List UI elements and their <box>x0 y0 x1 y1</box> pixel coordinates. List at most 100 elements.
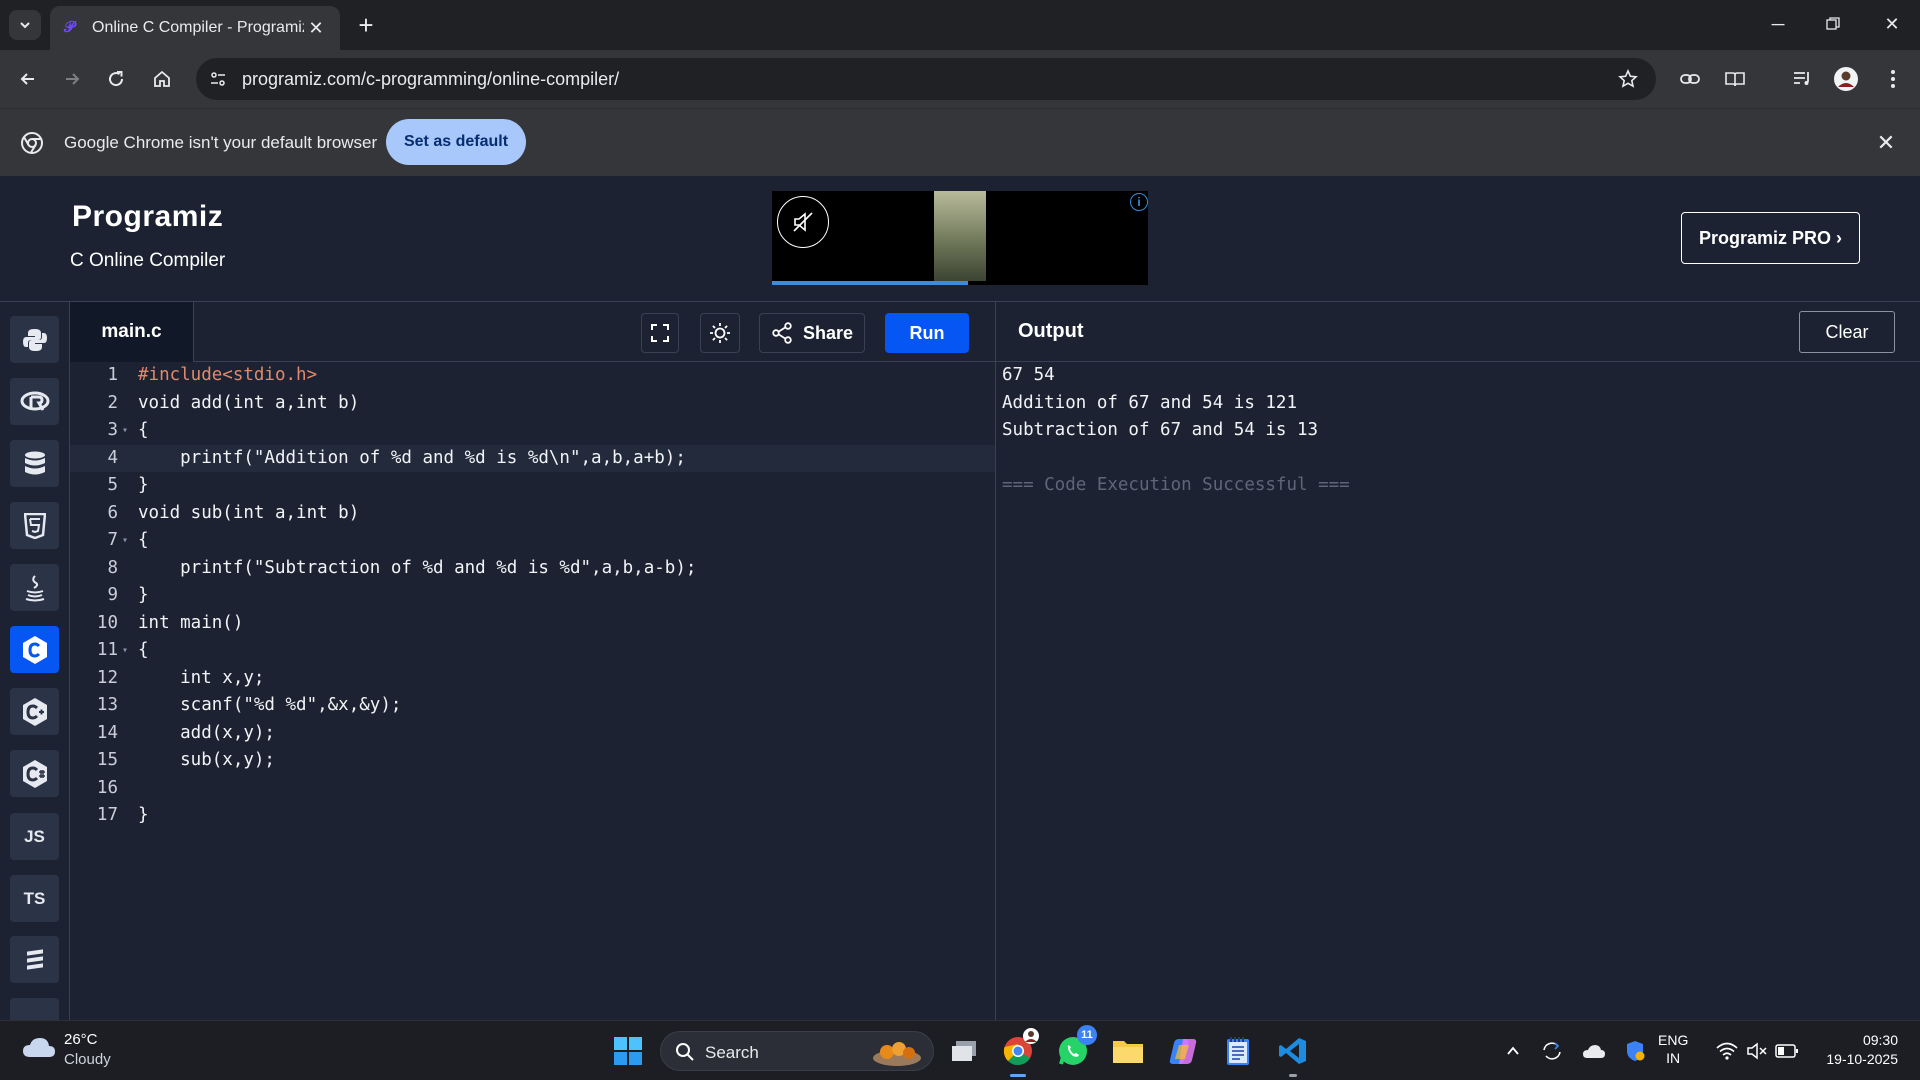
next-language-icon[interactable] <box>10 998 59 1020</box>
programiz-logo[interactable]: Programiz <box>72 200 223 234</box>
chrome-menu-icon[interactable] <box>1877 63 1909 95</box>
r-lang-icon[interactable] <box>10 378 59 425</box>
clear-button[interactable]: Clear <box>1799 311 1895 353</box>
share-button[interactable]: Share <box>759 313 865 353</box>
chevron-down-icon <box>20 22 30 29</box>
page-subtitle: C Online Compiler <box>70 250 226 271</box>
typescript-icon[interactable]: TS <box>10 875 59 922</box>
tab-search-button[interactable] <box>9 10 41 40</box>
copilot-icon[interactable] <box>1163 1031 1203 1071</box>
search-label: Search <box>705 1043 759 1062</box>
close-window-button[interactable]: ✕ <box>1872 8 1912 40</box>
reload-button[interactable] <box>100 63 132 95</box>
more-languages-icon[interactable] <box>10 936 59 983</box>
windows-start-icon[interactable] <box>608 1031 648 1071</box>
forward-button[interactable] <box>56 63 88 95</box>
reading-mode-icon[interactable] <box>1719 63 1751 95</box>
code-line: 14 add(x,y); <box>96 722 275 743</box>
programiz-header: Programiz C Online Compiler i Programiz … <box>0 176 1920 302</box>
profile-avatar[interactable] <box>1830 63 1862 95</box>
ad-thumbnail <box>934 191 986 281</box>
fullscreen-icon <box>651 324 669 342</box>
infobar-close-icon[interactable]: ✕ <box>1872 129 1900 157</box>
infobar-message: Google Chrome isn't your default browser <box>64 133 378 152</box>
input-language-indicator[interactable]: ENG IN <box>1658 1031 1688 1067</box>
whatsapp-icon[interactable]: 11 <box>1053 1025 1097 1071</box>
sync-icon[interactable] <box>1540 1039 1564 1063</box>
code-line-active: 4 printf("Addition of %d and %d is %d\n"… <box>70 444 995 472</box>
fold-arrow-icon[interactable]: ▾ <box>122 527 128 555</box>
back-button[interactable] <box>12 63 44 95</box>
output-line: 67 54 <box>1002 365 1055 385</box>
programiz-pro-button[interactable]: Programiz PRO › <box>1681 212 1860 264</box>
arrow-left-icon <box>20 73 34 85</box>
chrome-taskbar-icon[interactable] <box>998 1028 1039 1077</box>
chrome-logo-icon <box>21 132 43 154</box>
html5-icon[interactable] <box>10 502 59 549</box>
java-icon[interactable] <box>10 564 59 611</box>
code-editor[interactable]: 1 #include<stdio.h> 2 void add(int a,int b… <box>70 362 995 1020</box>
system-clock[interactable]: 09:30 19-10-2025 <box>1826 1031 1898 1069</box>
code-line: 7 ▾{ <box>70 527 995 555</box>
csharp-icon[interactable] <box>10 750 59 797</box>
theme-toggle-button[interactable] <box>700 313 740 353</box>
output-line: Addition of 67 and 54 is 121 <box>1002 392 1298 413</box>
security-shield-icon[interactable] <box>1623 1039 1647 1063</box>
weather-temperature[interactable]: 26°C <box>64 1031 98 1048</box>
file-explorer-icon[interactable] <box>1108 1031 1148 1071</box>
site-info-icon[interactable] <box>206 67 230 91</box>
run-button[interactable]: Run <box>885 313 969 353</box>
output-console[interactable]: 67 54 Addition of 67 and 54 is 121 Subtr… <box>995 362 1920 1020</box>
ad-info-icon[interactable]: i <box>1130 193 1148 211</box>
taskbar-search[interactable]: Search <box>660 1031 934 1071</box>
cpp-icon[interactable] <box>10 688 59 735</box>
task-view-icon[interactable] <box>944 1031 984 1071</box>
muted-speaker-icon[interactable] <box>777 196 829 248</box>
code-line: 10 int main() <box>96 612 244 633</box>
cloud-icon[interactable] <box>22 1035 56 1059</box>
new-tab-button[interactable]: + <box>352 10 380 40</box>
set-as-default-button[interactable]: Set as default <box>386 119 526 165</box>
output-header: Output Clear <box>995 302 1920 362</box>
default-browser-infobar: Google Chrome isn't your default browser… <box>0 108 1920 176</box>
volume-muted-icon[interactable] <box>1745 1039 1769 1063</box>
wifi-icon[interactable] <box>1715 1039 1739 1063</box>
code-line: 1 #include<stdio.h> <box>107 365 318 385</box>
restore-icon <box>1826 17 1840 30</box>
restore-button[interactable] <box>1813 8 1853 40</box>
search-icon <box>676 1043 694 1061</box>
fold-arrow-icon[interactable]: ▾ <box>122 637 128 665</box>
home-button[interactable] <box>146 63 178 95</box>
language-sidebar: JS TS <box>0 302 70 1020</box>
fold-arrow-icon[interactable]: ▾ <box>122 417 128 445</box>
tab-close-icon[interactable]: ✕ <box>304 16 328 40</box>
code-line: 16 <box>96 777 118 798</box>
battery-icon[interactable] <box>1775 1039 1799 1063</box>
bookmark-star-icon[interactable] <box>1616 67 1640 91</box>
javascript-icon[interactable]: JS <box>10 813 59 860</box>
reload-icon <box>109 71 124 87</box>
browser-tab-strip: 𝒫 Online C Compiler - Programiz ✕ + ─ ✕ <box>0 0 1920 50</box>
sql-database-icon[interactable] <box>10 440 59 487</box>
vscode-icon[interactable] <box>1273 1031 1313 1077</box>
c-lang-icon[interactable] <box>10 626 59 673</box>
address-bar[interactable]: programiz.com/c-programming/online-compi… <box>196 58 1656 100</box>
notepad-icon[interactable] <box>1218 1031 1258 1071</box>
fullscreen-button[interactable] <box>641 313 679 353</box>
onedrive-icon[interactable] <box>1582 1039 1606 1063</box>
output-line: Subtraction of 67 and 54 is 13 <box>1002 420 1319 440</box>
search-highlight-icon <box>873 1042 921 1066</box>
file-tab-main-c[interactable]: main.c <box>70 302 194 362</box>
python-icon[interactable] <box>10 316 59 363</box>
share-label: Share <box>802 322 854 343</box>
advertisement-video[interactable]: i <box>772 191 1148 285</box>
media-control-icon[interactable] <box>1786 63 1818 95</box>
active-tab[interactable]: 𝒫 Online C Compiler - Programiz ✕ <box>50 6 340 50</box>
weather-description[interactable]: Cloudy <box>64 1051 111 1068</box>
minimize-button[interactable]: ─ <box>1758 8 1798 40</box>
link-icon[interactable] <box>1674 63 1706 95</box>
code-line: 2 void add(int a,int b) <box>107 392 360 413</box>
chevron-up-icon[interactable] <box>1501 1039 1525 1063</box>
open-app-indicator <box>1289 1074 1297 1077</box>
execution-status-line: === Code Execution Successful === <box>1002 475 1350 495</box>
